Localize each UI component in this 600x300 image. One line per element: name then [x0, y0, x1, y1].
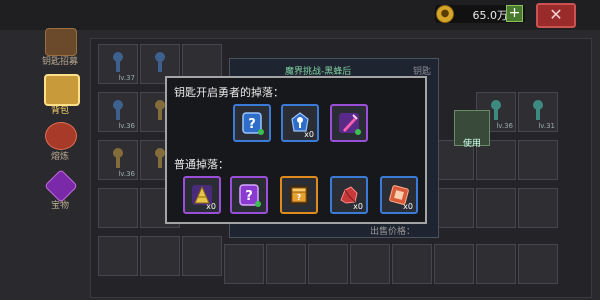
inventory-slot[interactable] — [98, 188, 138, 228]
inventory-slot[interactable] — [434, 188, 474, 228]
inventory-slot[interactable] — [518, 244, 558, 284]
inventory-slot[interactable] — [350, 244, 390, 284]
slot-level: lv.36 — [118, 170, 135, 178]
mystery-box-icon: ? — [242, 112, 264, 135]
close-button[interactable]: ✕ — [536, 3, 576, 28]
smelt-icon[interactable] — [45, 122, 77, 150]
inventory-slot[interactable] — [182, 236, 222, 276]
key-icon — [113, 52, 123, 72]
normal-drop-slot-gold-cone[interactable]: x0 — [183, 176, 221, 214]
inventory-slot[interactable]: lv.36 — [98, 92, 138, 132]
inventory-slot[interactable]: lv.36 — [98, 140, 138, 180]
add-currency-button[interactable]: + — [506, 5, 523, 22]
sidebar-item-backpack[interactable]: 背包 — [30, 103, 90, 116]
inventory-slot[interactable]: lv.37 — [98, 44, 138, 84]
normal-drop-slot-red-ore[interactable]: x0 — [330, 176, 368, 214]
backpack-icon[interactable] — [44, 74, 80, 106]
svg-text:?: ? — [245, 189, 253, 204]
mystery-box-icon: ? — [239, 184, 261, 207]
inventory-slot[interactable] — [476, 188, 516, 228]
normal-drop-slot-mystery[interactable]: ? — [230, 176, 268, 214]
inventory-slot[interactable] — [266, 244, 306, 284]
inventory-slot[interactable] — [140, 236, 180, 276]
key-icon — [113, 100, 123, 120]
inventory-slot[interactable] — [98, 236, 138, 276]
drop-quantity: x0 — [304, 130, 314, 139]
currency-amount: 65.0万 — [472, 9, 509, 22]
pink-sword-icon — [339, 113, 361, 135]
brave-drop-slot-blue-key[interactable]: x0 — [281, 104, 319, 142]
key-icon — [491, 100, 501, 120]
sidebar-item-key-recruit[interactable]: 钥匙招募 — [30, 54, 90, 67]
inventory-slot[interactable] — [518, 140, 558, 180]
sidebar-item-smelt[interactable]: 熔炼 — [30, 149, 90, 162]
inventory-slot[interactable] — [308, 244, 348, 284]
use-button-label[interactable]: 使用 — [454, 136, 490, 149]
brave-drop-slot-mystery[interactable]: ? — [233, 104, 271, 142]
normal-drop-slot-copper-ore[interactable]: x0 — [380, 176, 418, 214]
svg-text:?: ? — [248, 117, 256, 132]
brave-drops-title: 钥匙开启勇者的掉落： — [174, 86, 284, 99]
normal-drops-title: 普通掉落： — [174, 158, 229, 171]
key-icon — [533, 100, 543, 120]
brave-drop-slot-pink-sword[interactable] — [330, 104, 368, 142]
gold-coin-icon: ● — [436, 5, 454, 23]
slot-level: lv.31 — [538, 122, 555, 130]
svg-text:?: ? — [297, 193, 302, 202]
key-recruit-icon[interactable] — [45, 28, 77, 56]
inventory-slot[interactable] — [434, 244, 474, 284]
drop-quantity: x0 — [403, 202, 413, 211]
drop-quantity: x0 — [206, 202, 216, 211]
inventory-slot[interactable] — [518, 188, 558, 228]
slot-level: lv.37 — [118, 74, 135, 82]
slot-level: lv.36 — [118, 122, 135, 130]
normal-drop-slot-gold-chest[interactable]: ? — [280, 176, 318, 214]
inventory-slot[interactable] — [476, 244, 516, 284]
inventory-slot[interactable] — [224, 244, 264, 284]
key-icon — [113, 148, 123, 168]
sidebar-item-treasure[interactable]: 宝物 — [30, 198, 90, 211]
inventory-slot[interactable]: lv.31 — [518, 92, 558, 132]
key-icon — [155, 52, 165, 72]
sell-price-label: 出售价格： — [370, 227, 416, 237]
slot-level: lv.36 — [496, 122, 513, 130]
drop-quantity: x0 — [353, 202, 363, 211]
inventory-slot[interactable] — [392, 244, 432, 284]
gold-chest-icon: ? — [289, 185, 309, 205]
